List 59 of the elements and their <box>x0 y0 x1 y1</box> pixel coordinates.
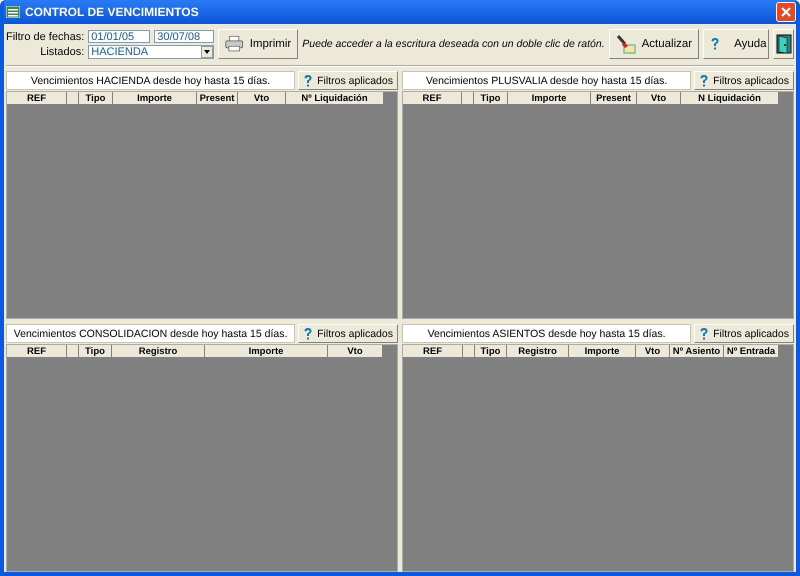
date-from-field[interactable]: 01/01/05 <box>88 30 150 43</box>
panel-title: Vencimientos CONSOLIDACION desde hoy hasta 15 días. <box>6 324 296 343</box>
column-header[interactable] <box>67 92 79 105</box>
date-to-field[interactable]: 30/07/08 <box>154 30 214 43</box>
column-header[interactable]: Tipo <box>79 92 113 105</box>
print-button[interactable]: Imprimir <box>218 29 298 59</box>
printer-icon <box>225 34 244 54</box>
column-header[interactable]: N Liquidación <box>681 92 779 105</box>
door-icon <box>776 34 792 54</box>
filters-button[interactable]: Filtros aplicados <box>694 324 794 343</box>
column-header[interactable]: Tipo <box>79 345 112 358</box>
column-header[interactable]: Vto <box>636 345 670 358</box>
help-icon <box>303 326 314 340</box>
panel-title: Vencimientos ASIENTOS desde hoy hasta 15 días. <box>402 324 692 343</box>
filters-button[interactable]: Filtros aplicados <box>298 324 398 343</box>
column-header[interactable]: Vto <box>328 345 383 358</box>
column-header[interactable]: Vto <box>238 92 286 105</box>
window-icon <box>6 6 20 18</box>
column-header[interactable]: Present <box>197 92 238 105</box>
help-icon <box>699 74 710 88</box>
column-header[interactable]: Nº Liquidación <box>286 92 384 105</box>
column-header[interactable]: REF <box>7 92 67 105</box>
help-icon <box>710 37 720 51</box>
column-header[interactable] <box>462 92 474 105</box>
column-header[interactable]: Importe <box>508 92 591 105</box>
column-header[interactable]: Registro <box>112 345 205 358</box>
column-header[interactable]: Importe <box>113 92 197 105</box>
column-header[interactable]: Nº Asiento <box>670 345 724 358</box>
list-label: Listados: <box>39 46 84 58</box>
brush-icon <box>616 34 636 54</box>
column-header[interactable]: Vto <box>637 92 681 105</box>
column-header[interactable]: Importe <box>205 345 328 358</box>
column-header[interactable]: REF <box>403 345 463 358</box>
close-icon <box>780 6 792 18</box>
filters-button[interactable]: Filtros aplicados <box>298 71 398 90</box>
column-header[interactable] <box>67 345 79 358</box>
column-header[interactable]: Tipo <box>475 345 507 358</box>
filters-button[interactable]: Filtros aplicados <box>694 71 794 90</box>
caret-icon <box>204 50 210 54</box>
column-header[interactable]: REF <box>403 92 462 105</box>
column-header[interactable]: REF <box>7 345 67 358</box>
close-button[interactable] <box>776 2 796 22</box>
column-header[interactable]: Importe <box>569 345 636 358</box>
help-button[interactable]: Ayuda <box>703 29 770 59</box>
window-title: CONTROL DE VENCIMIENTOS <box>25 5 200 19</box>
column-header[interactable]: Nº Entrada <box>724 345 779 358</box>
help-icon <box>303 74 314 88</box>
hint-text: Puede acceder a la escritura deseada con un doble clic de ratón. <box>302 38 605 50</box>
date-filter-label: Filtro de fechas: <box>6 30 84 42</box>
help-icon <box>699 326 710 340</box>
column-header[interactable]: Present <box>591 92 637 105</box>
panel-title: Vencimientos HACIENDA desde hoy hasta 15 días. <box>6 71 296 90</box>
column-header[interactable]: Tipo <box>474 92 508 105</box>
column-header[interactable] <box>463 345 475 358</box>
column-header[interactable]: Registro <box>507 345 569 358</box>
exit-button[interactable] <box>773 29 794 59</box>
refresh-button[interactable]: Actualizar <box>608 29 700 59</box>
list-dropdown[interactable]: HACIENDA <box>88 44 214 58</box>
panel-title: Vencimientos PLUSVALIA desde hoy hasta 15 días. <box>402 71 692 90</box>
